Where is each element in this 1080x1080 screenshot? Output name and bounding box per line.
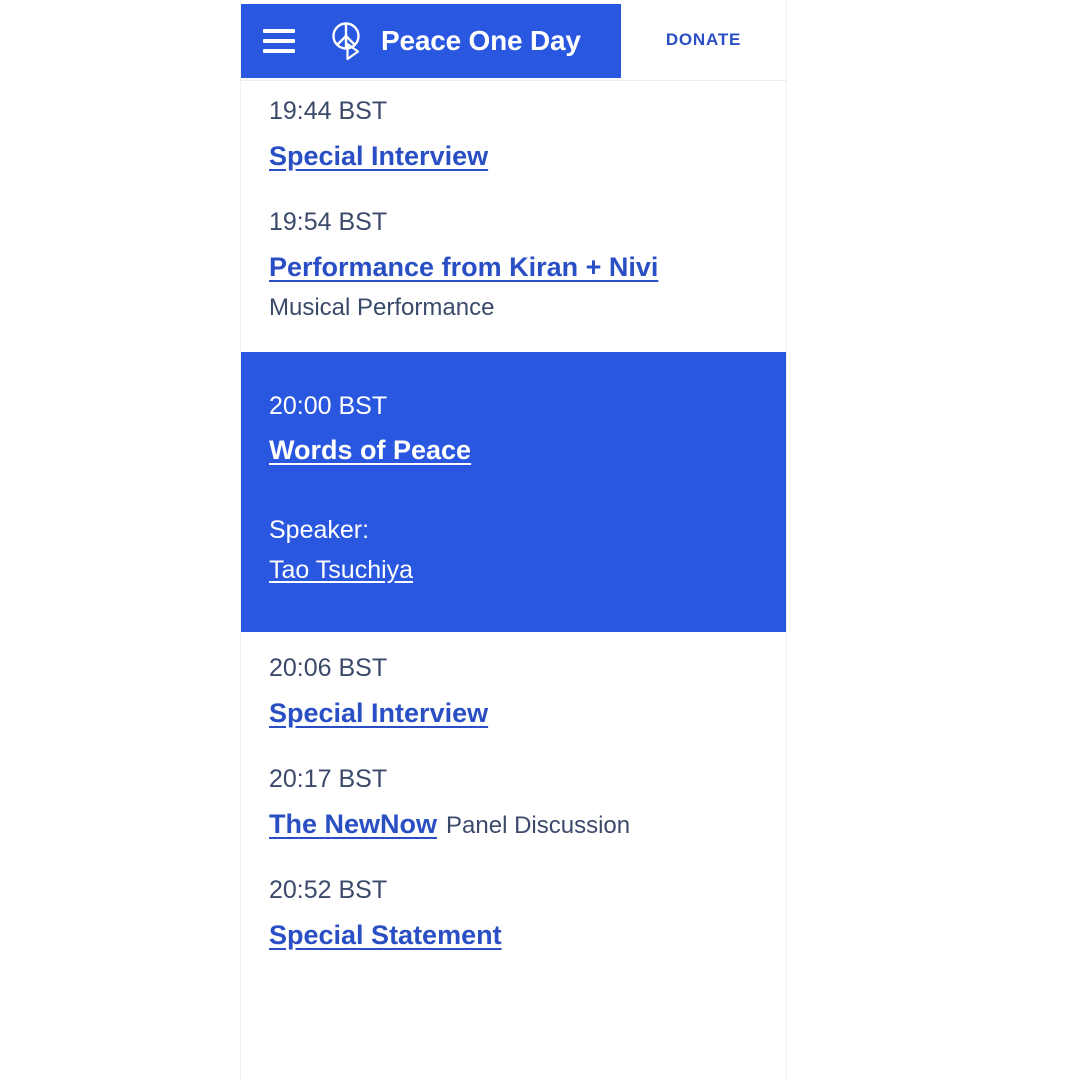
peace-sign-play-icon [331,21,369,63]
schedule-item-time: 20:52 BST [269,875,388,904]
hamburger-bar-3 [263,49,295,53]
schedule-item-title-link[interactable]: Special Statement [269,920,502,950]
schedule-item-speaker-row: Tao Tsuchiya [269,548,758,588]
schedule-item: 20:00 BST Words of Peace Speaker: Tao Tsuch… [241,351,786,632]
schedule-item-title-link[interactable]: Words of Peace [269,435,471,465]
hamburger-bar-2 [263,39,295,43]
brand-title: Peace One Day [381,25,581,56]
header-brand-area: Peace One Day [241,4,621,78]
schedule-item-title-link[interactable]: Special Interview [269,141,488,171]
schedule-item-title-line: Performance from Kiran + Nivi [269,248,758,287]
schedule-item-time: 20:06 BST [269,653,388,682]
schedule-item-speaker-label: Speaker: [269,516,370,545]
schedule-item-title-link[interactable]: Performance from Kiran + Nivi [269,252,658,282]
schedule-item: 19:54 BST Performance from Kiran + Nivi Mu… [241,192,786,342]
schedule-item-title-line: Special Interview [269,137,758,176]
schedule-item-title-line: The NewNow Panel Discussion [269,805,758,844]
site-card: Peace One Day DONATE 19:44 BST Special In… [240,0,787,1080]
schedule-item-time: 20:17 BST [269,764,388,793]
schedule-item-kind: Panel Discussion [446,811,631,839]
schedule-list: 19:44 BST Special Interview 19:54 BST Perfo… [241,81,786,971]
schedule-item-time: 19:54 BST [269,207,388,236]
schedule-item: 20:06 BST Special Interview [241,638,786,749]
schedule-item-title-line: Special Statement [269,916,758,955]
page-root: Peace One Day DONATE 19:44 BST Special In… [0,0,1080,1080]
donate-button[interactable]: DONATE [666,30,741,50]
schedule-item-time: 20:00 BST [269,391,388,420]
schedule-item-title-link[interactable]: The NewNow [269,809,437,839]
header-actions: DONATE [621,0,786,80]
site-header: Peace One Day DONATE [241,0,786,81]
brand-home-link[interactable]: Peace One Day [331,20,581,62]
schedule-item-title-line: Words of Peace [269,431,758,470]
schedule-item-title-link[interactable]: Special Interview [269,698,488,728]
schedule-item-speaker-link[interactable]: Tao Tsuchiya [269,554,413,588]
schedule-item: 20:52 BST Special Statement [241,860,786,971]
schedule-item: 20:17 BST The NewNow Panel Discussion [241,749,786,860]
schedule-item-time: 19:44 BST [269,97,388,125]
schedule-item-title-line: Special Interview [269,694,758,733]
schedule-item: 19:44 BST Special Interview [241,81,786,192]
hamburger-bar-1 [263,29,295,33]
hamburger-menu-icon[interactable] [263,29,295,53]
schedule-item-kind: Musical Performance [269,293,495,321]
